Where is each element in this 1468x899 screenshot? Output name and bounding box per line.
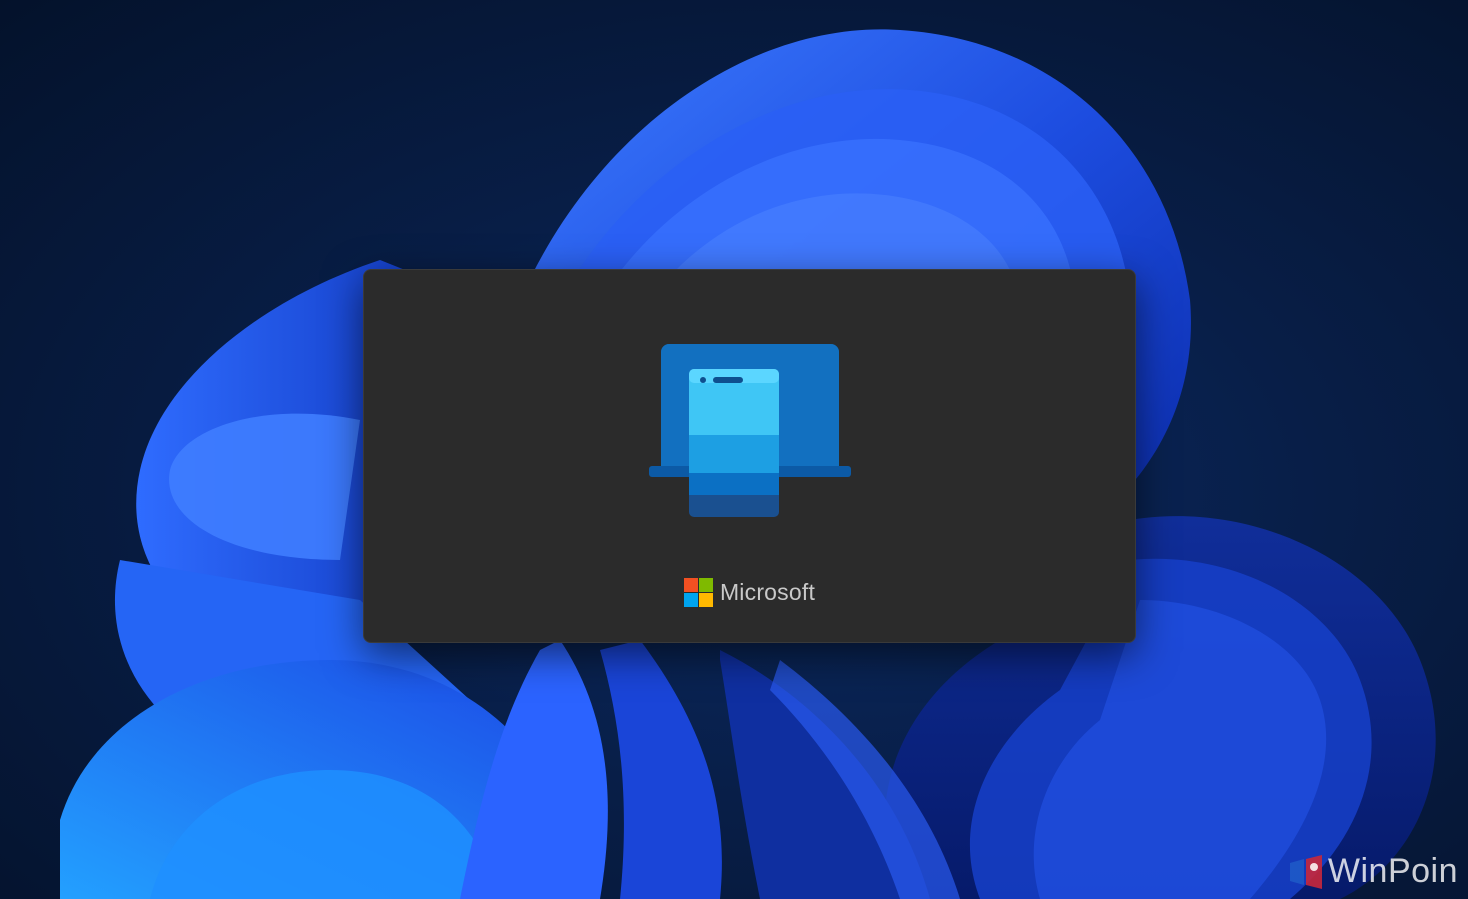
microsoft-brand: Microsoft (364, 578, 1135, 607)
phone-link-icon (649, 344, 851, 517)
watermark-text: WinPoin (1327, 852, 1458, 890)
winpoin-watermark: WinPoin (1288, 852, 1458, 891)
brand-text: Microsoft (719, 579, 816, 605)
microsoft-logo-icon (683, 578, 713, 607)
desktop: Microsoft WinPoin (0, 0, 1468, 899)
winpoin-logo-icon (1289, 854, 1322, 889)
app-splash-window: Microsoft (363, 269, 1136, 643)
